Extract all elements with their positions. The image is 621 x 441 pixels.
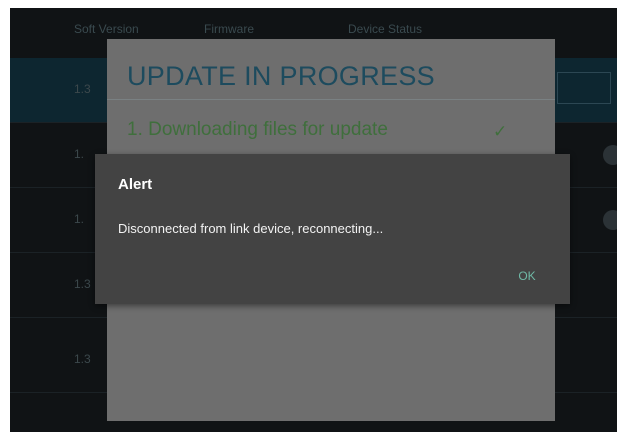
update-dialog-title: UPDATE IN PROGRESS	[127, 61, 435, 91]
column-header-firmware: Firmware	[204, 22, 254, 36]
info-icon[interactable]	[603, 210, 617, 230]
column-header-status: Device Status	[348, 22, 423, 36]
list-item-version: 1.	[74, 147, 85, 161]
ok-button[interactable]: OK	[507, 264, 547, 288]
alert-title: Alert	[118, 176, 153, 193]
list-item-version: 1.3	[74, 82, 91, 96]
update-step-label: 1. Downloading files for update	[127, 119, 388, 140]
alert-message: Disconnected from link device, reconnect…	[118, 221, 384, 236]
info-icon[interactable]	[603, 145, 617, 165]
list-item-version: 1.	[74, 212, 85, 226]
column-header-version: Soft Version	[74, 22, 139, 36]
check-icon: ✓	[493, 122, 508, 141]
divider	[107, 99, 555, 100]
list-item-version: 1.3	[74, 277, 91, 291]
list-item-version: 1.3	[74, 352, 91, 366]
alert-dialog: Alert Disconnected from link device, rec…	[95, 154, 570, 304]
update-button[interactable]	[557, 72, 611, 104]
device-screen: Soft Version Firmware Device Status 1.3 …	[10, 8, 617, 432]
